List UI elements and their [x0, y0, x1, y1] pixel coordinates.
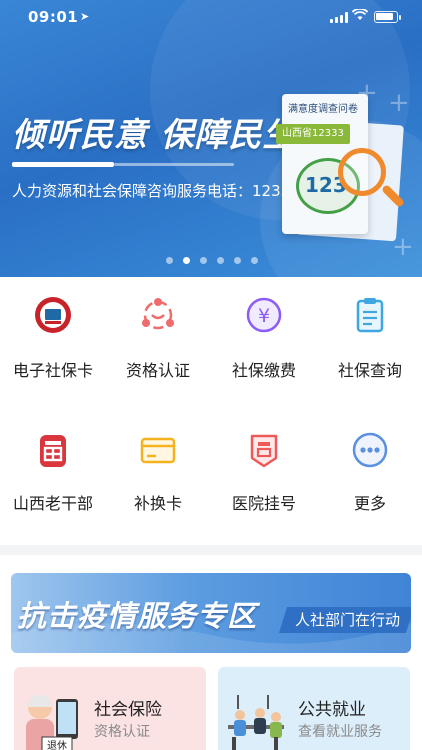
status-time: 09:01	[28, 8, 79, 26]
status-bar: 09:01 ➤	[0, 0, 422, 36]
carousel-dot[interactable]	[251, 257, 258, 264]
grid-item-qualification[interactable]: 资格认证	[105, 285, 211, 405]
grid-item-label: 社保查询	[337, 361, 402, 380]
banner-subline: 人力资源和社会保障咨询服务电话：12333	[12, 182, 300, 200]
grid-item-e-social-card[interactable]: 电子社保卡	[0, 285, 106, 405]
signal-icon	[330, 12, 348, 23]
clipboard-query-icon	[350, 295, 390, 335]
promo-tag: 人社部门在行动	[279, 607, 411, 633]
qualification-auth-icon	[138, 295, 178, 335]
battery-tip	[399, 15, 401, 20]
svg-text:¥: ¥	[258, 305, 270, 327]
carousel-dot[interactable]	[166, 257, 173, 264]
banner-headline: 倾听民意 保障民生	[12, 115, 297, 154]
grid-item-label: 更多	[353, 494, 386, 513]
grid-item-more[interactable]: 更多	[317, 420, 422, 540]
epidemic-service-banner[interactable]: 抗击疫情服务专区 人社部门在行动	[11, 573, 411, 653]
grid-item-card-replace[interactable]: 补换卡	[105, 420, 211, 540]
grid-item-label: 电子社保卡	[12, 361, 93, 380]
grid-item-label: 补换卡	[133, 494, 182, 513]
grid-item-payment[interactable]: ¥ 社保缴费	[211, 285, 317, 405]
card-title: 满意度调查问卷	[288, 104, 358, 115]
office-workers-illustration-icon	[224, 681, 290, 750]
carousel-dot[interactable]	[200, 257, 207, 264]
location-arrow-icon: ➤	[80, 10, 90, 23]
magnifier-icon	[338, 148, 386, 196]
card-replace-icon	[138, 430, 178, 470]
grid-item-label: 社保缴费	[231, 361, 296, 380]
wifi-icon	[351, 7, 369, 25]
service-name: 社会保险	[94, 700, 162, 720]
grid-item-hospital[interactable]: 医院挂号	[211, 420, 317, 540]
grid-item-veteran-cadre[interactable]: 山西老干部	[0, 420, 106, 540]
carousel-dot[interactable]	[217, 257, 224, 264]
shanxi-veteran-cadre-icon	[33, 430, 73, 470]
service-sub: 查看就业服务	[298, 724, 382, 740]
carousel-dot[interactable]	[183, 257, 190, 264]
retired-badge: 退休	[47, 740, 67, 750]
grid-item-query[interactable]: 社保查询	[317, 285, 422, 405]
service-card-public-employment[interactable]: 公共就业 查看就业服务	[218, 667, 410, 750]
card-tag: 山西省12333	[276, 124, 350, 144]
service-name: 公共就业	[298, 700, 366, 720]
grid-item-label: 山西老干部	[12, 494, 93, 513]
grid-item-label: 资格认证	[125, 361, 190, 380]
grid-item-label: 医院挂号	[231, 494, 296, 513]
survey-card-illustration: 满意度调查问卷 山西省12333 123	[276, 94, 406, 244]
retiree-illustration-icon: 退休	[20, 681, 86, 750]
headline-underline	[114, 163, 234, 166]
social-security-card-icon	[33, 295, 73, 335]
battery-icon	[374, 11, 398, 23]
hospital-register-icon	[244, 430, 284, 470]
headline-underline	[12, 162, 114, 167]
service-card-social-insurance[interactable]: 退休 社会保险 资格认证	[14, 667, 206, 750]
banner-carousel[interactable]: + + + 09:01 ➤ 倾听民意 保障民生 人力资源和社会保障咨询服务电话：…	[0, 0, 422, 277]
carousel-dot[interactable]	[234, 257, 241, 264]
more-dots-icon	[350, 430, 390, 470]
section-divider	[0, 545, 422, 555]
service-sub: 资格认证	[94, 724, 150, 740]
promo-title: 抗击疫情服务专区	[17, 599, 258, 633]
yuan-payment-icon: ¥	[244, 295, 284, 335]
